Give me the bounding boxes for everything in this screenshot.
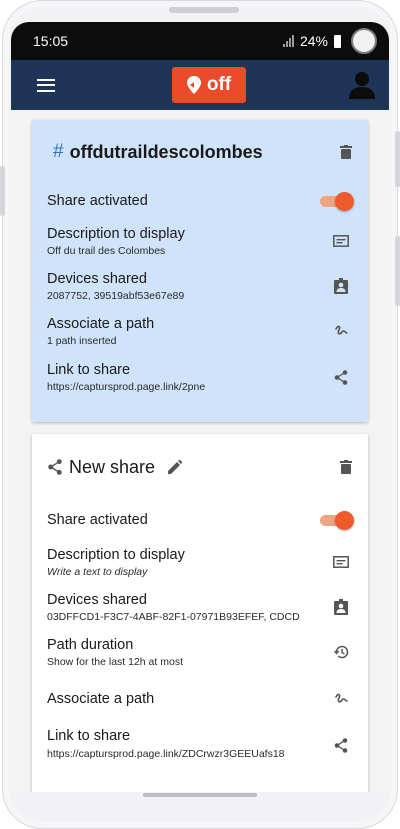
battery-percent: 24% — [299, 33, 328, 49]
app-bar: off — [11, 60, 389, 110]
share-title: New share — [69, 456, 156, 477]
share-activated-label: Share activated — [47, 512, 148, 528]
screen: 15:05 24% off # offdutraildescolombes Sh… — [11, 22, 389, 792]
share-activated-row: Share activated — [47, 184, 354, 218]
devices-value: 2087752, 39519abf53e67e89 — [47, 289, 185, 302]
subject-icon[interactable] — [330, 556, 352, 568]
link-label: Link to share — [47, 361, 131, 378]
status-indicators: 24% — [282, 28, 377, 54]
delete-icon[interactable] — [340, 145, 352, 159]
path-row[interactable]: Associate a path — [47, 674, 352, 724]
devices-row[interactable]: Devices shared 2087752, 39519abf53e67e89 — [47, 264, 352, 308]
history-icon[interactable] — [330, 645, 352, 659]
share-title: offdutraildescolombes — [69, 141, 263, 162]
status-time: 15:05 — [33, 33, 69, 49]
devices-row[interactable]: Devices shared 03DFFCD1-F3C7-4ABF-82F1-0… — [47, 584, 352, 630]
subject-icon[interactable] — [330, 235, 352, 247]
share-card-active[interactable]: # offdutraildescolombes Share activated … — [32, 120, 368, 422]
logo-text: off — [206, 74, 232, 95]
volume-button — [395, 236, 400, 306]
share-activated-label: Share activated — [47, 193, 148, 209]
battery-icon — [334, 34, 341, 48]
location-pin-icon — [186, 76, 201, 94]
share-icon — [48, 459, 62, 475]
home-indicator[interactable] — [143, 793, 257, 797]
description-row[interactable]: Description to display Write a text to d… — [47, 540, 352, 584]
description-label: Description to display — [47, 225, 185, 242]
description-value: Off du trail des Colombes — [47, 244, 166, 257]
card-header: # offdutraildescolombes — [47, 120, 352, 184]
assignment-ind-icon[interactable] — [330, 278, 352, 294]
share-toggle[interactable] — [320, 191, 354, 211]
phone-speaker — [169, 7, 239, 13]
duration-label: Path duration — [47, 636, 134, 653]
share-icon[interactable] — [330, 738, 352, 753]
delete-icon[interactable] — [340, 460, 352, 474]
edit-icon[interactable] — [167, 459, 183, 475]
gesture-icon[interactable] — [330, 324, 352, 338]
devices-label: Devices shared — [47, 591, 147, 608]
share-list: # offdutraildescolombes Share activated … — [11, 110, 389, 792]
devices-label: Devices shared — [47, 270, 147, 287]
share-toggle[interactable] — [320, 510, 354, 530]
front-camera — [351, 28, 377, 54]
share-icon[interactable] — [330, 369, 352, 385]
link-value: https://captursprod.page.link/2pne — [47, 380, 206, 393]
path-label: Associate a path — [47, 691, 155, 707]
assignment-ind-icon[interactable] — [330, 599, 352, 615]
devices-value: 03DFFCD1-F3C7-4ABF-82F1-07971B93EFEF, CD… — [47, 610, 300, 623]
menu-icon[interactable] — [37, 78, 55, 92]
status-bar: 15:05 24% — [11, 22, 389, 60]
path-label: Associate a path — [47, 315, 155, 332]
signal-icon — [282, 35, 294, 47]
description-label: Description to display — [47, 546, 185, 563]
link-row[interactable]: Link to share https://captursprod.page.l… — [47, 354, 352, 400]
link-row[interactable]: Link to share https://captursprod.page.l… — [47, 724, 352, 780]
side-button-left — [0, 166, 5, 216]
path-value: 1 path inserted — [47, 334, 117, 347]
duration-row[interactable]: Path duration Show for the last 12h at m… — [47, 630, 352, 674]
power-button — [395, 131, 400, 187]
account-icon[interactable] — [349, 71, 375, 99]
link-label: Link to share — [47, 728, 131, 744]
path-row[interactable]: Associate a path 1 path inserted — [47, 308, 352, 354]
duration-value: Show for the last 12h at most — [47, 655, 183, 668]
gesture-icon[interactable] — [330, 692, 352, 706]
app-logo: off — [172, 67, 246, 103]
share-activated-row: Share activated — [47, 500, 354, 540]
description-placeholder: Write a text to display — [47, 565, 148, 578]
hash-icon: # — [53, 141, 64, 162]
card-header: New share — [47, 434, 352, 500]
link-value: https://captursprod.page.link/ZDCrwzr3GE… — [47, 748, 285, 760]
description-row[interactable]: Description to display Off du trail des … — [47, 218, 352, 264]
share-card-new[interactable]: New share Share activated Description to… — [32, 434, 368, 792]
